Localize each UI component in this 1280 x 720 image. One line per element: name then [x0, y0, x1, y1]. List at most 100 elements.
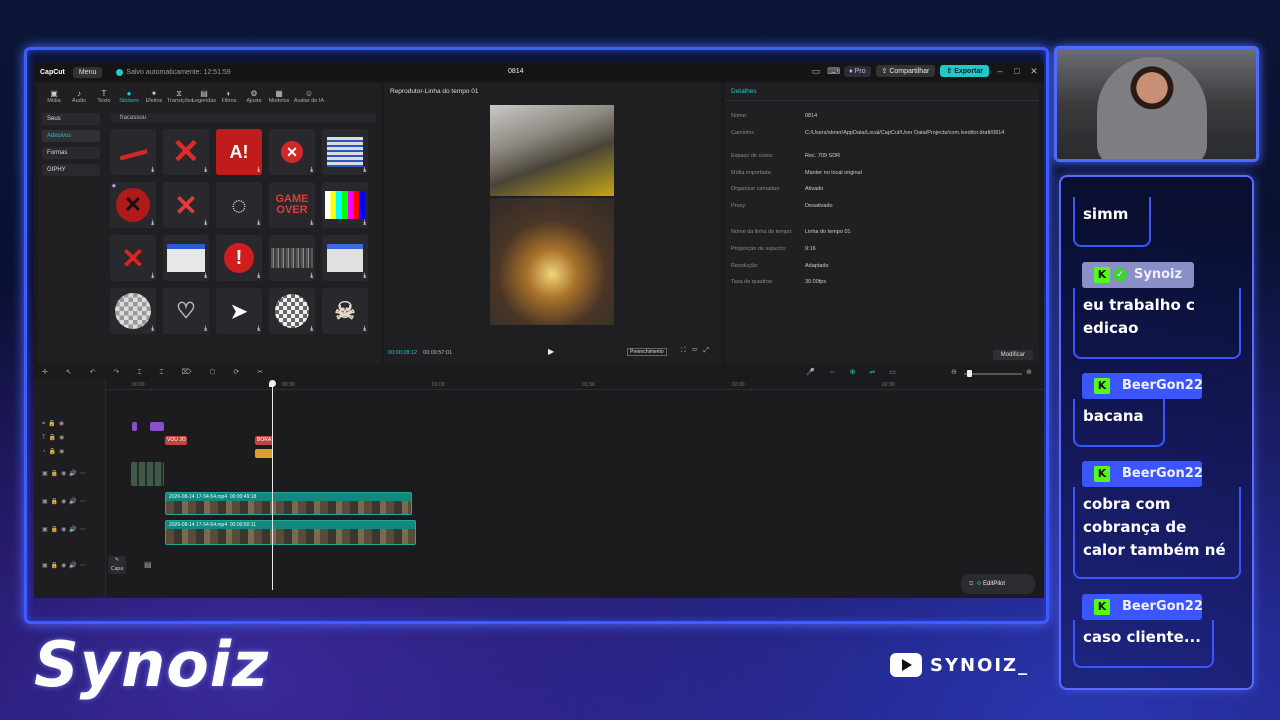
sticker-color-bars[interactable]: ⤓ [322, 182, 368, 228]
zoom-slider[interactable] [964, 373, 1022, 375]
sticker-exclamation[interactable]: ! ⤓ [216, 235, 262, 281]
effect-track-controls[interactable]: ⌗🔒◉ [42, 420, 67, 428]
zoom-in-icon[interactable]: ⊕ [1026, 368, 1032, 376]
text-track-controls[interactable]: T🔒◉ [42, 434, 67, 441]
download-icon[interactable]: ⤓ [257, 273, 260, 280]
sticker-game-over[interactable]: GAME OVER ⤓ [269, 182, 315, 228]
pro-button[interactable]: ♦ Pro [844, 65, 871, 77]
shortcut-icon[interactable]: ⌨ [827, 66, 840, 77]
minimize-icon[interactable]: – [994, 66, 1006, 76]
download-icon[interactable]: ⤓ [151, 326, 154, 333]
sticker-static[interactable]: ⤓ [269, 235, 315, 281]
sticker-skull[interactable]: ☠ ⤓ [322, 288, 368, 334]
download-icon[interactable]: ⤓ [257, 326, 260, 333]
text-clip[interactable]: BORA [255, 436, 273, 445]
overlay-clips[interactable] [131, 462, 164, 486]
time-ruler[interactable]: 00:00 00:30 01:00 01:30 02:00 02:30 [106, 380, 1044, 390]
export-button[interactable]: ⇧ Exportar [940, 65, 989, 77]
video-clip[interactable]: 2026-08-14 17-54-54.mp4 00:00:50:11 [165, 520, 416, 545]
modify-button[interactable]: Modificar [992, 350, 1033, 360]
download-icon[interactable]: ⤓ [151, 167, 154, 174]
tab-text[interactable]: T Texto [92, 89, 116, 105]
effect-clip[interactable] [132, 422, 137, 431]
tab-stickers[interactable]: ● Stickers [117, 89, 141, 105]
tab-effects[interactable]: ✦ Efeitos [142, 89, 166, 105]
play-icon[interactable]: ▶ [548, 347, 554, 356]
fill-mode-button[interactable]: Preenchimento [627, 348, 667, 356]
menu-button[interactable]: Menu [72, 66, 103, 78]
sticker-pixel-blur[interactable]: ⤓ [110, 288, 156, 334]
fullscreen-icon[interactable]: ⛶▭⤢ [681, 347, 715, 355]
video-track-1-controls[interactable]: ▣🔒◉🔊⋯ [42, 498, 89, 505]
title-actions: ▭ ⌨ ♦ Pro ⇪ Compartilhar ⇧ Exportar – □ … [810, 65, 1040, 77]
sticker-loading[interactable]: ◌ ⤓ [216, 182, 262, 228]
maximize-icon[interactable]: □ [1011, 66, 1023, 76]
chat-username: K BeerGon22 [1082, 594, 1203, 620]
download-icon[interactable]: ⤓ [310, 326, 313, 333]
ruler-tick: 01:00 [432, 382, 445, 388]
sticker-cursor[interactable]: ➤ ⤓ [216, 288, 262, 334]
download-icon[interactable]: ⤓ [310, 220, 313, 227]
layout-icon[interactable]: ▭ [810, 66, 822, 77]
download-icon[interactable]: ⤓ [151, 273, 154, 280]
tab-templates[interactable]: ▦ Modelos [267, 89, 291, 105]
category-formas[interactable]: Formas [42, 147, 100, 159]
cover-label: Capa [111, 566, 123, 572]
download-icon[interactable]: ⤓ [363, 220, 366, 227]
overlay-track-controls[interactable]: ▣🔒◉🔊⋯ [42, 470, 89, 477]
download-icon[interactable]: ⤓ [204, 167, 207, 174]
category-seus[interactable]: Seus [42, 113, 100, 125]
text-clip[interactable]: VOU JO [165, 436, 187, 445]
snap-tools-icon[interactable]: 🎤 ⇔ ⊕ ⇌ ▭ [806, 368, 902, 376]
close-icon[interactable]: ✕ [1028, 66, 1040, 77]
download-icon[interactable]: ⤓ [204, 273, 207, 280]
edit-tools-icon[interactable]: ✛ ↖ ↶ ↷ ⌶ ⌶ ⌦ ⬡ ⟳ ✂ [42, 368, 271, 377]
download-icon[interactable]: ⤓ [363, 167, 366, 174]
tab-captions[interactable]: ▤ Legendas [192, 89, 216, 105]
category-giphy[interactable]: GIPHY [42, 164, 100, 176]
cover-button[interactable]: ✎ Capa [108, 556, 126, 574]
tab-media[interactable]: ▣ Mídia [42, 89, 66, 105]
zoom-out-icon[interactable]: ⊖ [951, 368, 957, 376]
tab-filters[interactable]: ◐ Filtros [217, 89, 241, 105]
download-icon[interactable]: ⤓ [310, 273, 313, 280]
sticker-error-dialog[interactable]: ⤓ [163, 235, 209, 281]
sticker-x-circle[interactable]: ✕ ⤓ [269, 129, 315, 175]
zoom-slider-knob[interactable] [967, 370, 972, 377]
tab-transitions[interactable]: ⧖ Transições [167, 89, 194, 105]
sticker-heart-glow[interactable]: ♡ ⤓ [163, 288, 209, 334]
tab-adjust[interactable]: ⚙ Ajuste [242, 89, 266, 105]
video-clip[interactable]: 2026-08-14 17-54-54.mp4 00:00:49:18 [165, 492, 412, 515]
sticker-red-x[interactable]: ✕ ⤓ [163, 129, 209, 175]
download-icon[interactable]: ⤓ [257, 167, 260, 174]
sticker-windows-errors[interactable]: ⤓ [322, 129, 368, 175]
tab-audio[interactable]: ♪ Áudio [67, 89, 91, 105]
sticker-red-x-3[interactable]: ✕ ⤓ [110, 235, 156, 281]
sticker-red-ai[interactable]: A! ⤓ [216, 129, 262, 175]
playhead-handle[interactable] [269, 380, 276, 387]
adjust-clip[interactable] [255, 449, 273, 458]
download-icon[interactable]: ⤓ [151, 220, 154, 227]
sticker-fail-stamp[interactable]: ▬▬ ⤓ [110, 129, 156, 175]
share-button[interactable]: ⇪ Compartilhar [875, 65, 936, 77]
sticker-disco-pixel[interactable]: ⤓ [269, 288, 315, 334]
download-icon[interactable]: ⤓ [204, 326, 207, 333]
download-icon[interactable]: ⤓ [363, 273, 366, 280]
sticker-search-input[interactable]: fracassou [110, 113, 376, 123]
download-icon[interactable]: ⤓ [363, 326, 366, 333]
sticker-error-dialog-2[interactable]: ⤓ [322, 235, 368, 281]
category-adesivos[interactable]: Adesivos [42, 130, 100, 142]
main-track-controls[interactable]: ▣🔒◉🔊⋯ [42, 562, 89, 569]
sticker-red-x-2[interactable]: ✕ ⤓ [163, 182, 209, 228]
editpilot-button[interactable]: ⧉ ✣ EditPilot [961, 574, 1035, 594]
detail-row: Mídia importada: Manter no local original [731, 170, 1031, 176]
video-track-2-controls[interactable]: ▣🔒◉🔊⋯ [42, 526, 89, 533]
adjust-track-controls[interactable]: ◔🔒◉ [42, 448, 67, 455]
tab-ai-avatar[interactable]: ☺ Avatar de IA [292, 89, 326, 105]
download-icon[interactable]: ⤓ [257, 220, 260, 227]
download-icon[interactable]: ⤓ [310, 167, 313, 174]
download-icon[interactable]: ⤓ [204, 220, 207, 227]
playhead[interactable] [272, 380, 273, 590]
sticker-x-ball[interactable]: ✕ ◆ ⤓ [110, 182, 156, 228]
effect-clip[interactable] [150, 422, 164, 431]
